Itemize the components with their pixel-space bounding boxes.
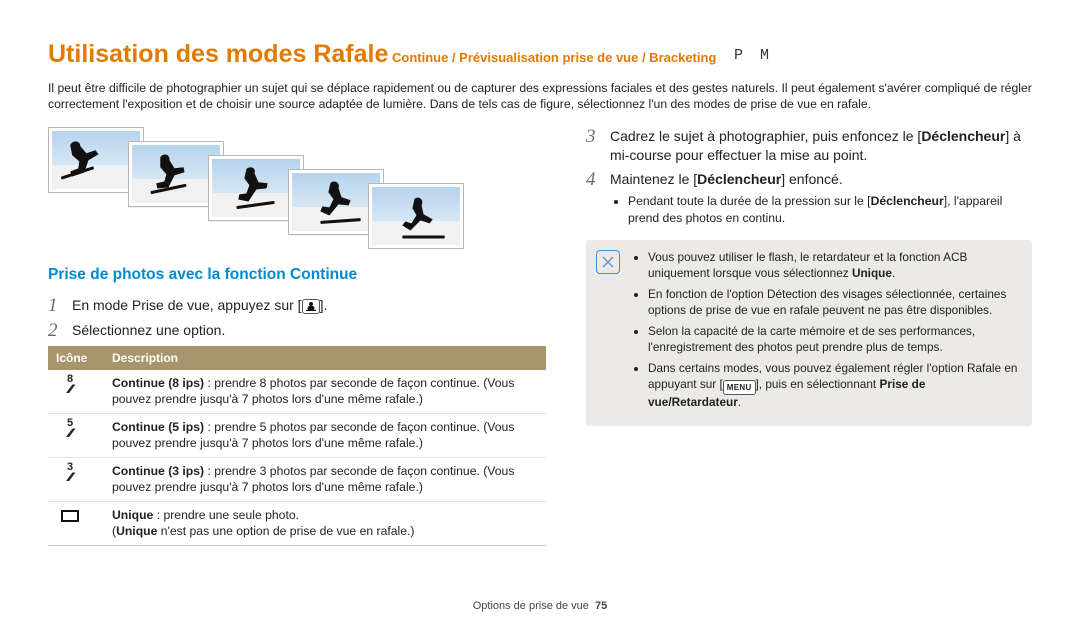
single-shot-icon (56, 507, 84, 522)
step-num-3: 3 (586, 127, 600, 165)
row1-desc: Continue (8 ips) : prendre 8 photos par … (104, 370, 546, 413)
s3-bold: Déclencheur (921, 128, 1005, 144)
section-heading: Prise de photos avec la fonction Continu… (48, 265, 546, 286)
s4-sub: Pendant toute la durée de la pression su… (628, 193, 1032, 226)
s3-a: Cadrez le sujet à photographier, puis en… (610, 128, 921, 144)
continuous-3-icon: 3⁄⁄⁄ (56, 463, 84, 483)
table-row: Unique : prendre une seule photo.(Unique… (48, 501, 546, 545)
step-1-text-a: En mode Prise de vue, appuyez sur [ (72, 297, 302, 313)
step-2-text: Sélectionnez une option. (72, 321, 225, 340)
th-desc: Description (104, 346, 546, 370)
menu-key-icon: MENU (723, 380, 756, 395)
example-thumbnails (48, 127, 546, 247)
table-row: 3⁄⁄⁄ Continue (3 ips) : prendre 3 photos… (48, 457, 546, 501)
s4-b: ] enfoncé. (781, 171, 843, 187)
step-num-4: 4 (586, 170, 600, 228)
step-4: 4 Maintenez le [Déclencheur] enfoncé. Pe… (586, 170, 1032, 228)
s4-bold: Déclencheur (697, 171, 781, 187)
step-1: 1 En mode Prise de vue, appuyez sur []. (48, 296, 546, 315)
row4-desc: Unique : prendre une seule photo.(Unique… (104, 501, 546, 545)
note-b1: Vous pouvez utiliser le flash, le retard… (648, 250, 1018, 282)
note-b3: Selon la capacité de la carte mémoire et… (648, 324, 1018, 356)
burst-mode-key-icon (302, 299, 320, 314)
options-table: Icône Description 8⁄⁄⁄ Continue (8 ips) … (48, 346, 546, 546)
th-icon: Icône (48, 346, 104, 370)
page-title: Utilisation des modes Rafale Continue / … (48, 38, 1032, 72)
note-box: Vous pouvez utiliser le flash, le retard… (586, 240, 1032, 426)
note-b4: Dans certains modes, vous pouvez égaleme… (648, 361, 1018, 411)
footer-page: 75 (595, 600, 607, 612)
step-num-2: 2 (48, 321, 62, 340)
mode-letters: P M (734, 47, 773, 64)
step-2: 2 Sélectionnez une option. (48, 321, 546, 340)
footer-section: Options de prise de vue (473, 600, 589, 612)
page-footer: Options de prise de vue 75 (0, 599, 1080, 614)
table-row: 5⁄⁄⁄ Continue (5 ips) : prendre 5 photos… (48, 413, 546, 457)
title-sub: Continue / Prévisualisation prise de vue… (392, 50, 716, 65)
note-b2: En fonction de l'option Détection des vi… (648, 287, 1018, 319)
s4-a: Maintenez le [ (610, 171, 697, 187)
row3-desc: Continue (3 ips) : prendre 3 photos par … (104, 457, 546, 501)
continuous-8-icon: 8⁄⁄⁄ (56, 375, 84, 395)
title-main: Utilisation des modes Rafale (48, 40, 388, 68)
table-row: 8⁄⁄⁄ Continue (8 ips) : prendre 8 photos… (48, 370, 546, 413)
row2-desc: Continue (5 ips) : prendre 5 photos par … (104, 413, 546, 457)
note-icon (596, 250, 620, 274)
step-1-text-b: ]. (320, 297, 328, 313)
intro-paragraph: Il peut être difficile de photographier … (48, 80, 1032, 113)
step-3: 3 Cadrez le sujet à photographier, puis … (586, 127, 1032, 165)
thumb-5 (368, 183, 464, 249)
continuous-5-icon: 5⁄⁄⁄ (56, 419, 84, 439)
step-num-1: 1 (48, 296, 62, 315)
